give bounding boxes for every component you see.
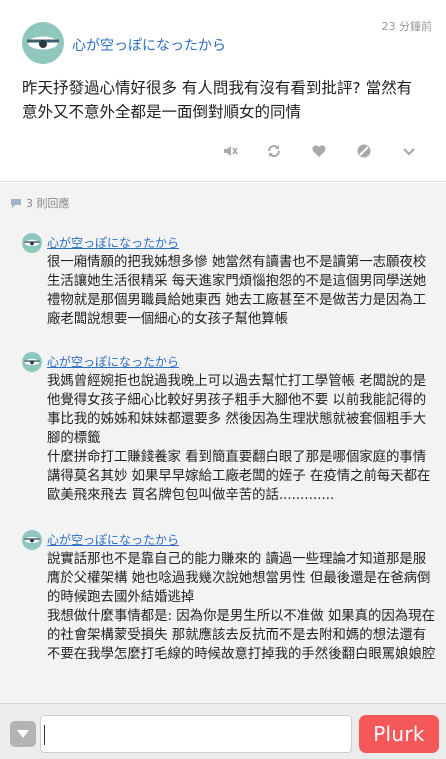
avatar[interactable] (22, 22, 64, 64)
responses-panel: 3 則回應 心が空っぽになったから 很一廂情願的把我姊想多慘 她當然有讀書也不是… (0, 183, 446, 703)
response-text: 很一廂情願的把我姊想多慘 她當然有讀書也不是讀第一志願夜校生活讓她生活很精采 每… (47, 255, 427, 327)
speaker-muted-icon[interactable] (219, 140, 241, 162)
plurk-submit-button[interactable]: Plurk (359, 715, 439, 753)
qualifier-dropdown-icon[interactable] (10, 721, 36, 747)
speech-bubble-icon (11, 198, 21, 208)
post-actions (0, 140, 446, 162)
response-body: 我媽曾經婉拒也說過我晚上可以過去幫忙打工學管帳 老闆說的是他覺得女孩子細心比較好… (47, 372, 439, 505)
post-time: 23 分鐘前 (381, 20, 433, 33)
response-text: 什麼拼命打工賺錢養家 看到簡直要翻白眼了那是哪個家庭的事情講得莫名其妙 如果早早… (47, 450, 431, 503)
response-author-name[interactable]: 心が空っぽになったから (47, 234, 179, 251)
response-author-name[interactable]: 心が空っぽになったから (47, 531, 179, 548)
response-author-name[interactable]: 心が空っぽになったから (47, 353, 179, 370)
post-author-name[interactable]: 心が空っぽになったから (72, 35, 226, 55)
plurk-post: 心が空っぽになったから 23 分鐘前 昨天抒發過心情好很多 有人問我有沒有看到批… (0, 0, 446, 182)
response-count-label: 3 則回應 (26, 197, 70, 210)
response-text: 我媽曾經婉拒也說過我晚上可以過去幫忙打工學管帳 老闆說的是他覺得女孩子細心比較好… (47, 374, 427, 446)
chevron-down-icon[interactable] (398, 140, 420, 162)
avatar[interactable] (22, 233, 42, 253)
response-count[interactable]: 3 則回應 (10, 195, 70, 211)
response-composer: Plurk (0, 703, 446, 759)
replurk-icon[interactable] (263, 140, 285, 162)
post-content: 昨天抒發過心情好很多 有人問我有沒有看到批評? 當然有 意外又不意外全都是一面倒… (22, 79, 413, 121)
avatar[interactable] (22, 530, 42, 550)
response-body: 很一廂情願的把我姊想多慘 她當然有讀書也不是讀第一志願夜校生活讓她生活很精采 每… (47, 253, 439, 329)
avatar[interactable] (22, 352, 42, 372)
response-body: 說實話那也不是靠自己的能力賺來的 讀過一些理論才知道那是服膺於父權架構 她也唸過… (47, 550, 439, 664)
heart-icon[interactable] (308, 140, 330, 162)
text-caret (44, 725, 45, 745)
response-text: 我想做什麼事情都是: 因為你是男生所以不准做 如果真的因為現在的社會架構蒙受損失… (47, 609, 436, 662)
response-input[interactable] (40, 715, 352, 753)
block-icon[interactable] (353, 140, 375, 162)
response-text: 說實話那也不是靠自己的能力賺來的 讀過一些理論才知道那是服膺於父權架構 她也唸過… (47, 552, 431, 605)
